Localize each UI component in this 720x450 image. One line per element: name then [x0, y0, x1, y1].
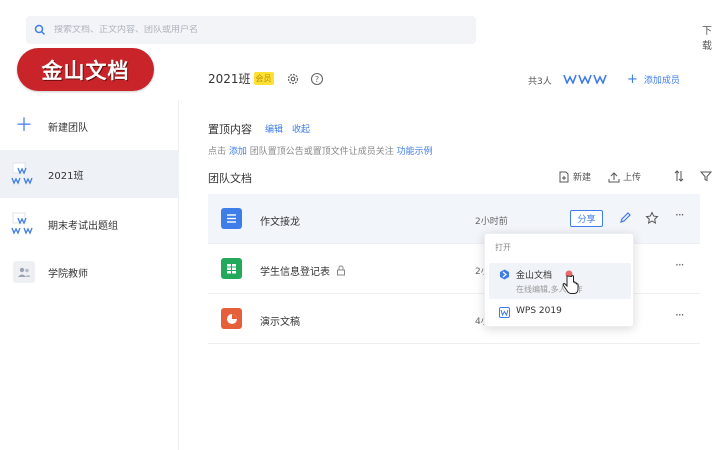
sidebar-item-teachers[interactable]: 学院教师: [0, 248, 179, 296]
more-icon[interactable]: ···: [675, 258, 685, 272]
pinned-desc-text: 团队置顶公告或置顶文件让成员关注: [249, 147, 394, 157]
pinned-add-link[interactable]: 添加: [229, 147, 247, 157]
team-header: 2021班 会员 ?: [208, 70, 324, 87]
kdocs-label: 金山文档: [516, 271, 553, 281]
file-name[interactable]: 学生信息登记表: [260, 263, 346, 278]
star-icon[interactable]: [645, 211, 659, 225]
svg-text:?: ?: [314, 75, 318, 84]
pinned-collapse-link[interactable]: 收起: [292, 122, 310, 135]
team-icon: [10, 212, 38, 236]
add-member-button[interactable]: + 添加成员: [627, 72, 680, 87]
file-name[interactable]: 演示文稿: [260, 313, 300, 328]
add-member-label: 添加成员: [643, 76, 680, 86]
pinned-edit-link[interactable]: 编辑: [265, 122, 283, 135]
team-docs-title: 团队文档: [208, 172, 252, 185]
feature-example-link[interactable]: 功能示例: [397, 147, 433, 157]
member-count: 共3人: [528, 77, 552, 87]
slide-file-icon: [221, 308, 242, 329]
upload-icon: [608, 171, 620, 182]
hand-cursor-icon: [562, 270, 579, 294]
search-bar[interactable]: [26, 16, 476, 44]
member-avatar-icon[interactable]: [593, 74, 607, 84]
open-in-kdocs-option[interactable]: 金山文档 在线编辑,多人协作: [489, 263, 631, 299]
sidebar-item-label: 学院教师: [48, 268, 88, 280]
pinned-desc-prefix: 点击: [208, 147, 227, 157]
plus-icon: ＋: [15, 115, 33, 136]
users-icon: [10, 260, 38, 284]
search-input[interactable]: [54, 25, 454, 35]
download-link[interactable]: 下载: [702, 22, 720, 52]
more-icon[interactable]: ···: [675, 308, 685, 322]
file-name-text: 学生信息登记表: [260, 267, 330, 278]
gear-icon[interactable]: [286, 72, 300, 86]
open-with-menu: 打开 金山文档 在线编辑,多人协作 WPS 2019: [484, 233, 634, 327]
file-name[interactable]: 作文接龙: [260, 213, 300, 228]
sidebar-item-new-team[interactable]: ＋ 新建团队: [0, 102, 179, 150]
brand-logo: 金山文档: [17, 48, 154, 91]
upload-button-label: 上传: [623, 173, 642, 183]
member-avatar-icon[interactable]: [578, 74, 592, 84]
upload-button[interactable]: 上传: [608, 170, 641, 183]
new-button[interactable]: 新建: [558, 170, 591, 183]
sidebar-item-2021[interactable]: 2021班: [0, 150, 179, 198]
wps-icon: [499, 307, 510, 318]
file-time: 2小时前: [475, 217, 508, 227]
open-in-wps-option[interactable]: WPS 2019: [489, 303, 631, 323]
open-menu-header: 打开: [495, 243, 511, 252]
plus-icon: +: [627, 72, 638, 87]
sidebar-item-label: 2021班: [48, 170, 84, 182]
sidebar-item-label: 期末考试出题组: [48, 220, 118, 232]
sidebar-item-exam-group[interactable]: 期末考试出题组: [0, 200, 179, 248]
filter-button[interactable]: [700, 170, 715, 182]
pinned-title: 置顶内容: [208, 123, 252, 136]
new-doc-icon: [559, 171, 569, 182]
sidebar: ＋ 新建团队 2021班 期末考试出题组 学院教师: [0, 100, 179, 450]
search-icon: [34, 24, 46, 36]
brand-text: 金山文档: [41, 58, 130, 83]
member-avatar-icon[interactable]: [563, 74, 577, 84]
sort-icon: [674, 170, 684, 182]
sort-button[interactable]: [673, 170, 688, 182]
member-badge: 会员: [253, 72, 274, 85]
share-button[interactable]: 分享: [570, 210, 603, 227]
sidebar-item-label: 新建团队: [48, 122, 88, 134]
sheet-file-icon: [221, 258, 242, 279]
page-title: 2021班: [208, 72, 251, 86]
kdocs-icon: [500, 269, 509, 280]
lock-icon: [337, 265, 345, 276]
filter-icon: [700, 171, 712, 182]
pencil-icon[interactable]: [618, 211, 632, 225]
team-icon: [10, 162, 38, 186]
help-icon[interactable]: ?: [310, 72, 324, 86]
pinned-description: 点击 添加 团队置顶公告或置顶文件让成员关注 功能示例: [208, 144, 433, 157]
doc-file-icon: [221, 208, 242, 229]
wps-label: WPS 2019: [516, 306, 562, 316]
more-icon[interactable]: ···: [675, 208, 685, 222]
new-button-label: 新建: [573, 173, 592, 183]
